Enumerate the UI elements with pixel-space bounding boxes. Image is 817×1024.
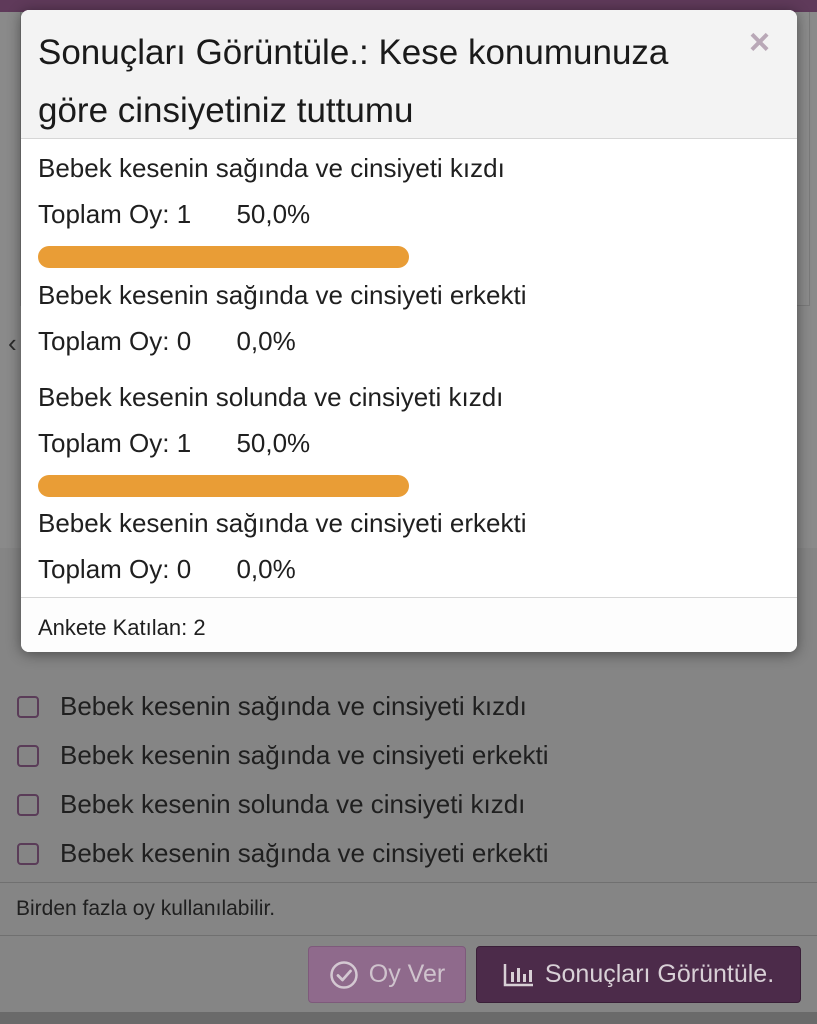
poll-options-list: Bebek kesenin sağında ve cinsiyeti kızdı… [0,682,817,878]
divider [0,882,817,883]
divider [0,935,817,936]
bottom-strip [0,1012,817,1024]
result-item: Bebek kesenin sağında ve cinsiyeti kızdı… [38,153,505,268]
multi-vote-note: Birden fazla oy kullanılabilir. [16,897,276,920]
checkbox[interactable] [17,744,39,767]
votes-prefix: Toplam Oy: [38,199,170,229]
vote-count: 0 [176,554,192,584]
vote-percent: 0,0% [236,554,296,584]
result-item: Bebek kesenin sağında ve cinsiyeti erkek… [38,508,527,584]
result-label: Bebek kesenin sağında ve cinsiyeti kızdı [38,153,505,183]
result-stats: Toplam Oy: 1 50,0% [38,199,310,230]
bar-chart-icon [503,962,535,988]
poll-option[interactable]: Bebek kesenin sağında ve cinsiyeti erkek… [0,731,817,780]
vote-count: 0 [176,326,192,356]
poll-option[interactable]: Bebek kesenin sağında ve cinsiyeti kızdı [0,682,817,731]
poll-option-label: Bebek kesenin sağında ve cinsiyeti kızdı [60,691,527,721]
modal-title: Sonuçları Görüntüle.: Kese konumunuza gö… [38,33,669,130]
view-results-button[interactable]: Sonuçları Görüntüle. [476,946,801,1003]
vote-button[interactable]: Oy Ver [308,946,466,1003]
votes-prefix: Toplam Oy: [38,326,170,356]
result-bar [38,246,409,268]
vote-percent: 50,0% [236,199,311,229]
poll-option-label: Bebek kesenin solunda ve cinsiyeti kızdı [60,789,526,819]
result-label: Bebek kesenin solunda ve cinsiyeti kızdı [38,382,504,412]
result-label: Bebek kesenin sağında ve cinsiyeti erkek… [38,280,527,310]
checkbox[interactable] [17,842,39,865]
participant-count: Ankete Katılan: 2 [38,615,206,640]
votes-prefix: Toplam Oy: [38,428,170,458]
back-chevron-icon[interactable]: ‹ [8,330,17,356]
checkbox[interactable] [17,793,39,816]
modal-header: Sonuçları Görüntüle.: Kese konumunuza gö… [21,10,797,139]
poll-option-label: Bebek kesenin sağında ve cinsiyeti erkek… [60,838,549,868]
results-modal: Sonuçları Görüntüle.: Kese konumunuza gö… [21,10,797,652]
checkbox[interactable] [17,695,39,718]
result-item: Bebek kesenin solunda ve cinsiyeti kızdı… [38,382,504,497]
vote-button-label: Oy Ver [368,960,446,988]
result-item: Bebek kesenin sağında ve cinsiyeti erkek… [38,280,527,356]
poll-option-label: Bebek kesenin sağında ve cinsiyeti erkek… [60,740,549,770]
modal-footer: Ankete Katılan: 2 [21,597,797,652]
vote-percent: 50,0% [236,428,311,458]
poll-option[interactable]: Bebek kesenin sağında ve cinsiyeti erkek… [0,829,817,878]
result-bar [38,475,409,497]
vote-count: 1 [176,199,192,229]
result-stats: Toplam Oy: 0 0,0% [38,554,296,585]
view-results-button-label: Sonuçları Görüntüle. [544,960,775,988]
votes-prefix: Toplam Oy: [38,554,170,584]
vote-count: 1 [176,428,192,458]
check-circle-icon [329,960,359,990]
vote-percent: 0,0% [236,326,296,356]
result-stats: Toplam Oy: 1 50,0% [38,428,310,459]
poll-option[interactable]: Bebek kesenin solunda ve cinsiyeti kızdı [0,780,817,829]
close-icon[interactable]: × [749,24,770,60]
result-stats: Toplam Oy: 0 0,0% [38,326,296,357]
result-label: Bebek kesenin sağında ve cinsiyeti erkek… [38,508,527,538]
